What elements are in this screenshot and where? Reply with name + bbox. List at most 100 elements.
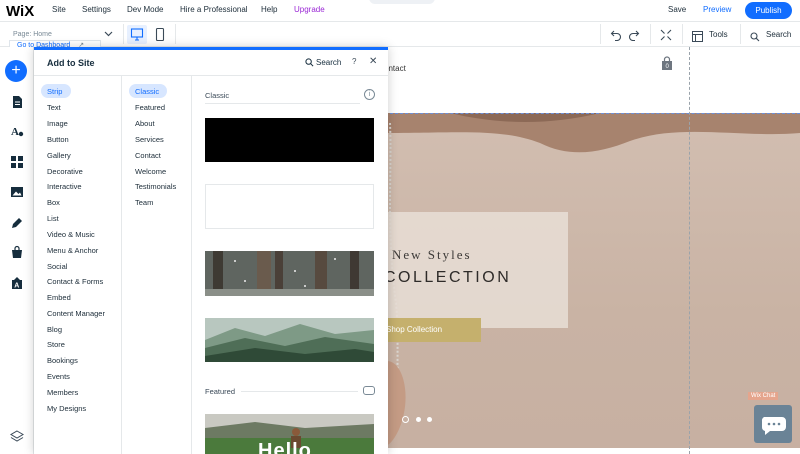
menu-help[interactable]: Help xyxy=(261,5,277,14)
close-button[interactable]: ✕ xyxy=(369,56,377,67)
subcategory-item-services[interactable]: Services xyxy=(135,135,164,144)
help-button[interactable]: ? xyxy=(352,57,356,66)
cart-icon[interactable]: 0 xyxy=(661,56,673,71)
divider xyxy=(123,24,124,44)
category-item-members[interactable]: Members xyxy=(47,388,78,397)
slider-dot-active[interactable] xyxy=(402,416,409,423)
featured-badge-icon xyxy=(363,386,375,395)
divider xyxy=(205,103,360,104)
forest-image xyxy=(205,251,374,296)
subcategory-item-welcome[interactable]: Welcome xyxy=(135,167,166,176)
category-item-contact-forms[interactable]: Contact & Forms xyxy=(47,277,103,286)
subcategory-list xyxy=(122,76,192,454)
undo-icon[interactable] xyxy=(610,28,622,46)
divider xyxy=(682,24,683,44)
menu-settings[interactable]: Settings xyxy=(82,5,111,14)
panel-search-button[interactable]: Search xyxy=(316,58,341,67)
menu-site[interactable]: Site xyxy=(52,5,66,14)
zoom-out-icon[interactable] xyxy=(660,28,672,46)
apps-icon[interactable] xyxy=(10,155,24,169)
pages-icon[interactable] xyxy=(10,95,24,109)
search-icon[interactable] xyxy=(305,58,314,67)
divider xyxy=(650,24,651,44)
slider-dot[interactable] xyxy=(427,417,432,422)
menu-hire-professional[interactable]: Hire a Professional xyxy=(180,5,248,14)
divider xyxy=(175,24,176,44)
subcategory-item-contact[interactable]: Contact xyxy=(135,151,161,160)
desktop-icon xyxy=(130,28,144,41)
divider xyxy=(740,24,741,44)
subcategory-item-featured[interactable]: Featured xyxy=(135,103,165,112)
category-item-box[interactable]: Box xyxy=(47,198,60,207)
search-icon xyxy=(750,29,760,47)
redo-icon[interactable] xyxy=(628,28,640,46)
subcategory-item-about[interactable]: About xyxy=(135,119,155,128)
slider-dot[interactable] xyxy=(416,417,421,422)
section-heading-featured: Featured xyxy=(205,387,236,396)
page-selector[interactable]: Page: Home xyxy=(13,31,52,38)
editor-toolbar xyxy=(0,22,800,47)
blog-pen-icon[interactable] xyxy=(10,216,24,230)
category-item-my-designs[interactable]: My Designs xyxy=(47,404,86,413)
category-item-embed[interactable]: Embed xyxy=(47,293,71,302)
category-item-bookings[interactable]: Bookings xyxy=(47,356,78,365)
search-button[interactable]: Search xyxy=(766,30,791,39)
my-business-icon[interactable]: A xyxy=(10,276,24,290)
category-item-decorative[interactable]: Decorative xyxy=(47,167,83,176)
media-icon[interactable] xyxy=(10,185,24,199)
subcategory-item-team[interactable]: Team xyxy=(135,198,153,207)
chevron-down-icon[interactable] xyxy=(104,29,113,40)
design-icon[interactable]: A xyxy=(10,124,24,138)
tools-button[interactable]: Tools xyxy=(709,30,728,39)
mobile-view-button[interactable] xyxy=(152,25,168,44)
menu-dev-mode[interactable]: Dev Mode xyxy=(127,5,163,14)
strip-preset-white[interactable] xyxy=(205,184,374,229)
layers-icon[interactable] xyxy=(10,430,24,444)
category-item-menu-anchor[interactable]: Menu & Anchor xyxy=(47,246,98,255)
svg-text:A: A xyxy=(11,126,19,138)
category-item-video-music[interactable]: Video & Music xyxy=(47,230,95,239)
info-icon[interactable]: i xyxy=(364,89,375,100)
category-item-list[interactable]: List xyxy=(47,214,59,223)
shop-collection-button[interactable]: Shop Collection xyxy=(380,318,481,342)
strip-preset-forest[interactable] xyxy=(205,251,374,296)
category-item-social[interactable]: Social xyxy=(47,262,67,271)
strip-preset-black[interactable] xyxy=(205,118,374,162)
add-elements-button[interactable]: + xyxy=(5,60,27,82)
promo-title: COLLECTION xyxy=(384,269,512,286)
category-item-blog[interactable]: Blog xyxy=(47,325,62,334)
divider xyxy=(241,391,358,392)
category-item-image[interactable]: Image xyxy=(47,119,68,128)
panel-title: Add to Site xyxy=(47,58,95,68)
store-bag-icon[interactable] xyxy=(10,245,24,259)
section-heading-classic: Classic xyxy=(205,91,230,100)
category-item-content-manager[interactable]: Content Manager xyxy=(47,309,105,318)
wix-logo[interactable]: WiX xyxy=(6,3,34,20)
divider xyxy=(600,24,601,44)
save-button[interactable]: Save xyxy=(668,5,686,14)
category-item-events[interactable]: Events xyxy=(47,372,70,381)
section-guide-line xyxy=(380,113,800,114)
top-tab-handle xyxy=(369,0,435,4)
publish-button[interactable]: Publish xyxy=(745,2,792,19)
wix-chat-label: Wix Chat xyxy=(748,392,779,400)
chat-bubble-icon xyxy=(761,417,786,435)
subcategory-item-classic[interactable]: Classic xyxy=(135,87,159,96)
strip-preset-mountains[interactable] xyxy=(205,318,374,362)
category-item-interactive[interactable]: Interactive xyxy=(47,182,82,191)
category-item-strip[interactable]: Strip xyxy=(47,87,62,96)
subcategory-item-testimonials[interactable]: Testimonials xyxy=(135,182,176,191)
gridline-guide xyxy=(689,47,690,454)
category-item-gallery[interactable]: Gallery xyxy=(47,151,71,160)
category-item-text[interactable]: Text xyxy=(47,103,61,112)
hello-preview-text: Hello xyxy=(258,440,312,454)
svg-text:A: A xyxy=(14,283,19,290)
preview-button[interactable]: Preview xyxy=(703,5,731,14)
category-item-button[interactable]: Button xyxy=(47,135,69,144)
chat-button[interactable] xyxy=(754,405,792,443)
category-item-store[interactable]: Store xyxy=(47,340,65,349)
mobile-icon xyxy=(155,27,165,42)
menu-upgrade[interactable]: Upgrade xyxy=(294,5,325,14)
desktop-view-button[interactable] xyxy=(127,25,147,44)
mountains-image xyxy=(205,318,374,362)
